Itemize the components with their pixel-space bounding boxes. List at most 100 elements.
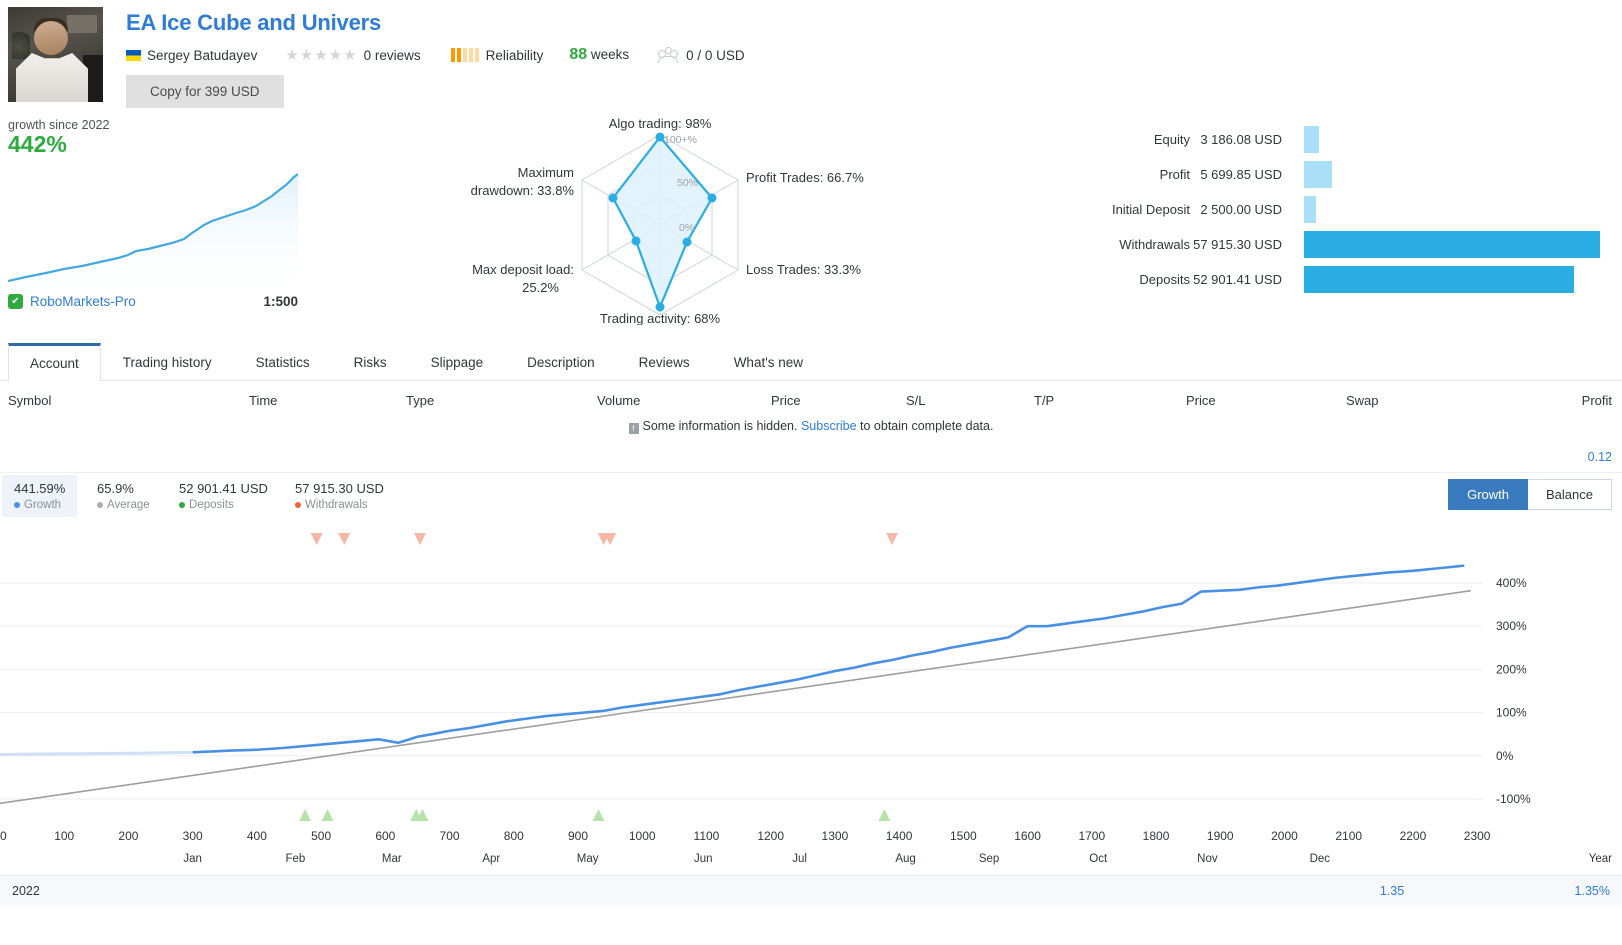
chart-x-tick-label: 2100 bbox=[1335, 829, 1363, 843]
legend-item-withdrawals[interactable]: 57 915.30 USD Withdrawals bbox=[295, 481, 384, 511]
avatar-face bbox=[34, 21, 68, 55]
deposit-marker[interactable] bbox=[321, 809, 334, 821]
chart-month-label-feb: Feb bbox=[285, 853, 306, 865]
column-header-t-p[interactable]: T/P bbox=[1034, 393, 1054, 408]
legend-item-growth[interactable]: 441.59% Growth bbox=[2, 475, 78, 517]
legend-value: 57 915.30 USD bbox=[295, 481, 384, 496]
legend-value: 65.9% bbox=[97, 481, 134, 496]
footer-year-pct[interactable]: 1.35% bbox=[1575, 884, 1610, 898]
chart-x-tick-label: 700 bbox=[439, 829, 460, 843]
chart-y-tick-label: 400% bbox=[1496, 576, 1527, 590]
column-header-volume[interactable]: Volume bbox=[597, 393, 640, 408]
toggle-growth-button[interactable]: Growth bbox=[1448, 479, 1529, 510]
chart-x-tick-label: 400 bbox=[246, 829, 267, 843]
column-header-price[interactable]: Price bbox=[1186, 393, 1216, 408]
chart-series-growth-prehistory bbox=[0, 750, 193, 756]
copy-subscribe-button[interactable]: Copy for 399 USD bbox=[126, 75, 284, 108]
equity-row: Withdrawals 57 915.30 USD bbox=[1040, 227, 1612, 262]
column-header-type[interactable]: Type bbox=[406, 393, 434, 408]
footer-dec-value[interactable]: 1.35 bbox=[1380, 884, 1404, 898]
chart-x-tick-label: 0 bbox=[0, 829, 7, 843]
column-header-time[interactable]: Time bbox=[249, 393, 277, 408]
tab-slippage[interactable]: Slippage bbox=[409, 343, 506, 381]
tab-account[interactable]: Account bbox=[8, 343, 101, 382]
deposit-marker[interactable] bbox=[878, 809, 891, 821]
column-header-symbol[interactable]: Symbol bbox=[8, 393, 51, 408]
page-title[interactable]: EA Ice Cube and Univers bbox=[126, 8, 381, 38]
verified-shield-icon: ✔ bbox=[8, 294, 23, 309]
radar-label-max-drawdown-line1: Maximum bbox=[518, 165, 574, 180]
legend-color-dot bbox=[179, 502, 185, 508]
chart-footer-bar: 2022 1.35 1.35% bbox=[0, 875, 1622, 905]
equity-row-bar bbox=[1304, 266, 1575, 293]
equity-row-bar-track bbox=[1286, 262, 1612, 297]
chart-x-tick-label: 1800 bbox=[1142, 829, 1170, 843]
chart-x-tick-label: 900 bbox=[568, 829, 589, 843]
chart-x-tick-label: 2300 bbox=[1463, 829, 1491, 843]
equity-row-bar bbox=[1304, 231, 1600, 258]
equity-row-value: 5 699.85 USD bbox=[1200, 167, 1282, 182]
profile-header: EA Ice Cube and Univers Sergey Batudayev… bbox=[0, 0, 1622, 110]
withdrawal-marker[interactable] bbox=[886, 533, 899, 545]
column-header-price[interactable]: Price bbox=[771, 393, 801, 408]
legend-item-average[interactable]: 65.9% Average bbox=[97, 481, 150, 511]
chart-x-tick-label: 1300 bbox=[821, 829, 849, 843]
star-icon: ★ bbox=[299, 46, 314, 64]
broker-name[interactable]: RoboMarkets-Pro bbox=[30, 294, 136, 309]
tab-trading-history[interactable]: Trading history bbox=[101, 343, 234, 381]
withdrawal-marker[interactable] bbox=[310, 533, 323, 545]
chart-x-tick-label: 300 bbox=[182, 829, 203, 843]
legend-item-deposits[interactable]: 52 901.41 USD Deposits bbox=[179, 481, 268, 511]
ukraine-flag-icon bbox=[126, 49, 141, 61]
legend-color-dot bbox=[97, 502, 103, 508]
tab-statistics[interactable]: Statistics bbox=[234, 343, 332, 381]
subscribe-link[interactable]: Subscribe bbox=[801, 419, 857, 433]
chart-x-axis: 0 100 200 300 400 500 600 700 800 900 1000 1100 1200… bbox=[0, 829, 1622, 853]
author-link[interactable]: Sergey Batudayev bbox=[147, 48, 257, 63]
reliability-label: Reliability bbox=[485, 47, 544, 63]
header-text-block: EA Ice Cube and Univers Sergey Batudayev… bbox=[126, 8, 1622, 108]
chart-month-label-mar: Mar bbox=[381, 853, 402, 865]
hidden-notice-text-post: to obtain complete data. bbox=[860, 419, 994, 433]
column-header-s-l[interactable]: S/L bbox=[906, 393, 926, 408]
equity-row-value: 57 915.30 USD bbox=[1193, 237, 1282, 252]
weeks-value: 88 bbox=[569, 46, 588, 63]
equity-row-bar-track bbox=[1286, 227, 1612, 262]
chart-y-tick-label: 200% bbox=[1496, 662, 1527, 676]
legend-value: 52 901.41 USD bbox=[179, 481, 268, 496]
star-icon: ★ bbox=[328, 46, 343, 64]
rating-stars[interactable]: ★ ★ ★ ★ ★ bbox=[285, 48, 356, 63]
tab-description[interactable]: Description bbox=[505, 343, 617, 381]
legend-key: Average bbox=[97, 499, 150, 511]
withdrawal-marker[interactable] bbox=[338, 533, 351, 545]
chart-month-label-aug: Aug bbox=[895, 853, 916, 865]
chart-x-tick-label: 1000 bbox=[628, 829, 656, 843]
trades-table-header: Symbol Time Type Volume Price S/L T/P Price Swap… bbox=[0, 381, 1622, 419]
chart-month-axis: Jan Feb Mar Apr May Jun Jul Aug Sep Oct Nov Dec Year bbox=[0, 853, 1622, 875]
chart-mode-toggle: Growth Balance bbox=[1448, 479, 1612, 510]
toggle-balance-button[interactable]: Balance bbox=[1528, 479, 1612, 510]
summary-panels: growth since 2022 442% ✔ RoboMarkets-Pro… bbox=[0, 110, 1622, 326]
chart-y-tick-label: 0% bbox=[1496, 749, 1514, 763]
withdrawal-marker[interactable] bbox=[414, 533, 427, 545]
legend-key: Growth bbox=[14, 499, 65, 511]
radar-label-trading-activity: Trading activity: 68% bbox=[600, 311, 721, 325]
chart-y-tick-label: -100% bbox=[1496, 792, 1531, 806]
tab-reviews[interactable]: Reviews bbox=[617, 343, 712, 381]
chart-x-tick-label: 200 bbox=[118, 829, 139, 843]
chart-x-tick-label: 100 bbox=[54, 829, 75, 843]
chart-month-label-sep: Sep bbox=[978, 853, 1000, 865]
tab-what-s-new[interactable]: What's new bbox=[712, 343, 825, 381]
weeks-indicator: 88 weeks bbox=[569, 46, 629, 64]
hidden-notice-text: Some information is hidden. bbox=[642, 419, 798, 433]
equity-row: Profit 5 699.85 USD bbox=[1040, 157, 1612, 192]
growth-chart[interactable]: -100% 0% 100% 200% 300% 400% bbox=[0, 529, 1622, 829]
column-header-swap[interactable]: Swap bbox=[1346, 393, 1379, 408]
legend-color-dot bbox=[14, 502, 20, 508]
column-header-profit[interactable]: Profit bbox=[1582, 393, 1612, 408]
tab-risks[interactable]: Risks bbox=[332, 343, 409, 381]
equity-row-label: Equity bbox=[1153, 132, 1190, 147]
radar-label-loss-trades: Loss Trades: 33.3% bbox=[746, 262, 861, 277]
deposit-marker[interactable] bbox=[299, 809, 312, 821]
deposit-marker[interactable] bbox=[592, 809, 605, 821]
